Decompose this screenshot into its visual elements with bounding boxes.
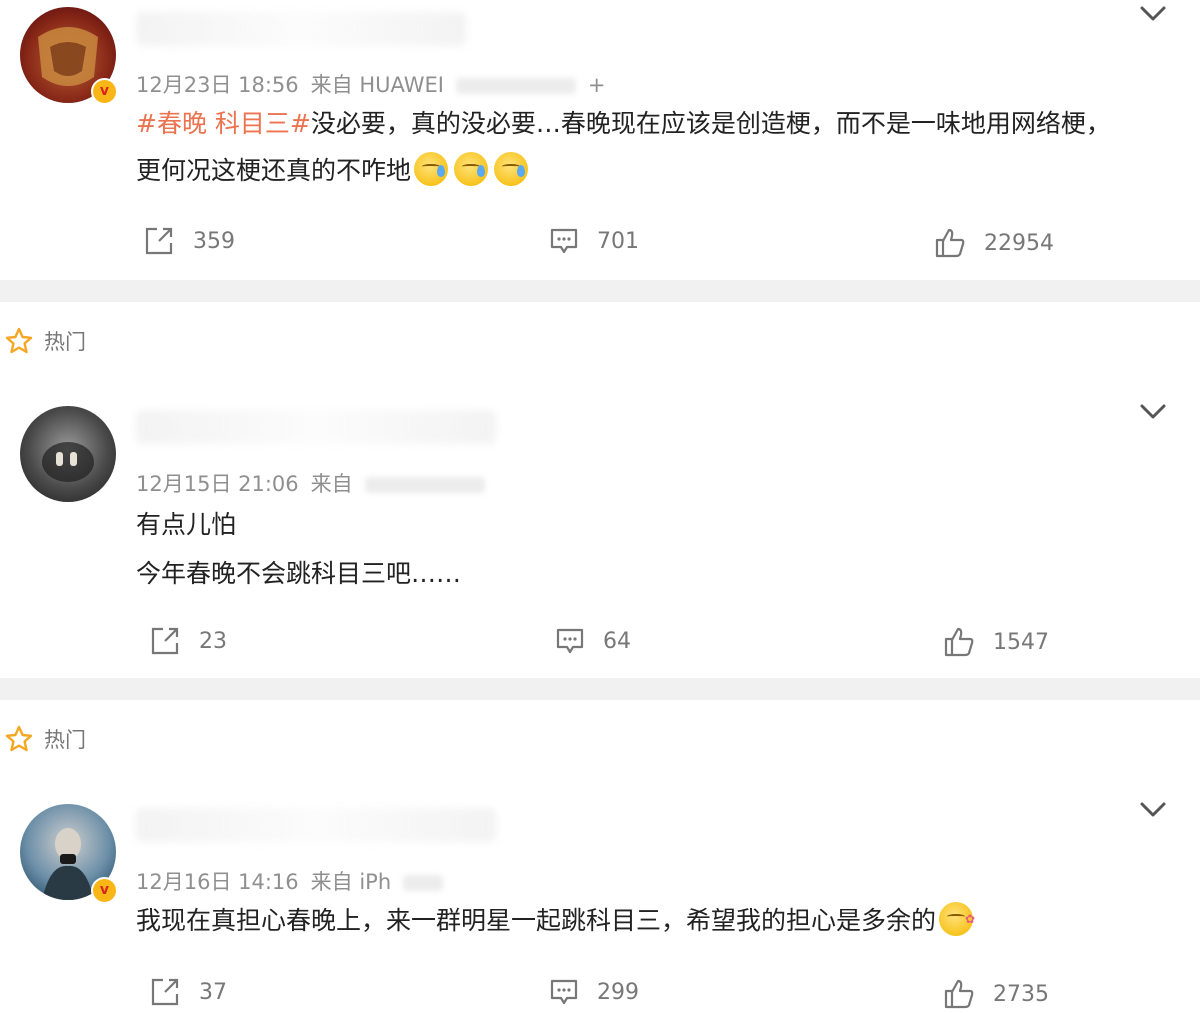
source-blurred	[364, 477, 485, 493]
post-card: v 12月23日 18:56 来自 HUAWEI + #春晚 科目三#没必要，真的没…	[0, 0, 1200, 280]
post-meta: 12月15日 21:06 来自	[136, 468, 497, 498]
comment-count: 64	[603, 628, 631, 654]
wink-face-icon	[939, 896, 975, 943]
comment-button[interactable]: 64	[555, 626, 631, 656]
like-button[interactable]: 1547	[943, 626, 1049, 658]
comment-count: 701	[597, 228, 639, 254]
username-blurred[interactable]	[136, 808, 496, 842]
like-button[interactable]: 2735	[943, 978, 1049, 1010]
share-button[interactable]: 37	[149, 976, 227, 1008]
post-card: 热门 12月15日 21:06 来自 有点儿怕 今年春晚不会跳科目三吧…… 23 …	[0, 302, 1200, 678]
hot-label: 热门	[44, 728, 86, 752]
post-time: 12月15日 21:06	[136, 472, 299, 496]
sweat-face-icon	[454, 152, 489, 186]
comment-icon	[550, 979, 578, 1005]
username-blurred[interactable]	[136, 410, 496, 444]
share-button[interactable]: 359	[143, 225, 235, 257]
source-tail: +	[587, 73, 606, 97]
thumbs-up-icon	[944, 627, 974, 657]
post-source: 来自 HUAWEI	[310, 73, 444, 97]
sweat-face-icon	[494, 152, 529, 186]
like-count: 1547	[993, 629, 1049, 655]
hot-label: 热门	[44, 330, 86, 354]
comment-icon	[556, 628, 584, 654]
topic-hashtag[interactable]: #春晚 科目三#	[136, 109, 311, 138]
content-line: 更何况这梗还真的不咋地	[136, 147, 1160, 194]
post-content: #春晚 科目三#没必要，真的没必要…春晚现在应该是创造梗，而不是一味地用网络梗，…	[136, 100, 1160, 194]
content-line: #春晚 科目三#没必要，真的没必要…春晚现在应该是创造梗，而不是一味地用网络梗，	[136, 109, 1111, 138]
comment-button[interactable]: 299	[549, 977, 639, 1007]
post-source: 来自	[310, 472, 353, 496]
hot-tag: 热门	[4, 326, 86, 356]
share-button[interactable]: 23	[149, 625, 227, 657]
chevron-down-icon[interactable]	[1138, 400, 1168, 424]
avatar-image	[42, 442, 94, 482]
comment-button[interactable]: 701	[549, 226, 639, 256]
content-line: 我现在真担心春晚上，来一群明星一起跳科目三，希望我的担心是多余的	[136, 896, 1160, 944]
share-count: 359	[193, 228, 235, 254]
star-icon	[5, 725, 33, 752]
hot-tag: 热门	[4, 724, 86, 754]
verified-badge-icon: v	[91, 877, 118, 904]
separator	[0, 280, 1200, 302]
share-icon	[151, 978, 179, 1006]
post-content: 我现在真担心春晚上，来一群明星一起跳科目三，希望我的担心是多余的	[136, 896, 1160, 944]
source-blurred	[403, 875, 444, 891]
share-icon	[151, 627, 179, 655]
verified-badge-icon: v	[91, 78, 118, 105]
chevron-down-icon[interactable]	[1138, 2, 1168, 26]
separator	[0, 678, 1200, 700]
share-icon	[145, 227, 173, 255]
thumbs-up-icon	[935, 228, 965, 258]
like-button[interactable]: 22954	[934, 227, 1054, 259]
post-meta: 12月23日 18:56 来自 HUAWEI +	[136, 69, 618, 99]
chevron-down-icon[interactable]	[1138, 798, 1168, 822]
like-count: 22954	[984, 230, 1054, 256]
share-count: 37	[199, 979, 227, 1005]
post-meta: 12月16日 14:16 来自 iPh	[136, 866, 455, 896]
star-icon	[5, 327, 33, 354]
username-blurred[interactable]	[136, 12, 466, 46]
comment-icon	[550, 228, 578, 254]
content-line: 今年春晚不会跳科目三吧……	[136, 559, 462, 588]
content-line: 有点儿怕	[136, 510, 237, 539]
post-content: 有点儿怕 今年春晚不会跳科目三吧……	[136, 500, 1160, 598]
sweat-face-icon	[414, 152, 449, 186]
share-count: 23	[199, 628, 227, 654]
post-time: 12月16日 14:16	[136, 870, 299, 894]
like-count: 2735	[993, 981, 1049, 1007]
thumbs-up-icon	[944, 979, 974, 1009]
comment-count: 299	[597, 979, 639, 1005]
post-card: 热门 v 12月16日 14:16 来自 iPh 我现在真担心春晚上，来一群明星一…	[0, 700, 1200, 1013]
post-source: 来自 iPh	[310, 870, 392, 894]
avatar[interactable]	[20, 406, 116, 502]
post-time: 12月23日 18:56	[136, 73, 299, 97]
source-blurred	[455, 78, 576, 94]
